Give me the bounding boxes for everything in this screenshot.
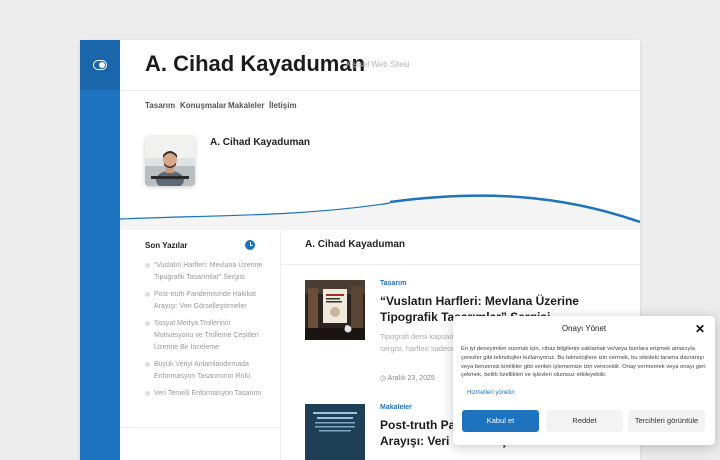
side-accent-strip <box>80 40 120 460</box>
sidebar: Son Yazılar “Vuslatın Harfleri: Mevlana … <box>120 230 281 460</box>
post-date-text: Aralık 23, 2025 <box>387 375 435 382</box>
recent-post-title: Veri Temelli Enformasyon Tasarımı <box>154 390 262 397</box>
manage-services-link[interactable]: Hizmetleri yönetin <box>467 390 515 396</box>
recent-post-title: Post-truth Pandemisinde Hakikat Arayışı:… <box>154 291 256 310</box>
bullet-icon <box>145 362 150 367</box>
post-thumbnail[interactable]: 0 <box>305 280 365 340</box>
main-heading: A. Cihad Kayaduman <box>305 239 406 250</box>
view-preferences-button[interactable]: Tercihleri görüntüle <box>628 410 705 432</box>
recent-post-title: Büyük Veriyi Anlamlandırmada Enformasyon… <box>154 361 250 380</box>
site-header: A. Cihad Kayaduman Kişisel Web Sitesi <box>120 40 640 90</box>
recent-post-item[interactable]: Veri Temelli Enformasyon Tasarımı <box>145 388 265 400</box>
sidebar-divider <box>120 427 280 428</box>
post-category[interactable]: Makaleler <box>380 404 412 411</box>
clock-icon: ◷ <box>380 375 387 382</box>
toggle-icon <box>93 60 107 70</box>
post-category[interactable]: Tasarım <box>380 280 406 287</box>
nav-item-tasarim[interactable]: Tasarım <box>145 101 175 110</box>
recent-post-item[interactable]: Sosyal Medya Trollerinin Motivasyonu ve … <box>145 318 265 354</box>
reject-button[interactable]: Reddet <box>546 410 623 432</box>
bullet-icon <box>145 263 150 268</box>
clock-icon <box>245 240 255 250</box>
recent-post-title: Sosyal Medya Trollerinin Motivasyonu ve … <box>154 320 259 351</box>
decorative-wave <box>120 190 640 230</box>
bullet-icon <box>145 391 150 396</box>
recent-post-item[interactable]: Büyük Veriyi Anlamlandırmada Enformasyon… <box>145 359 265 383</box>
close-icon[interactable]: ✕ <box>695 323 705 335</box>
cookie-dialog-body: En iyi deneyimleri sunmak için, cihaz bi… <box>461 346 706 379</box>
bullet-icon <box>145 292 150 297</box>
recent-post-title: “Vuslatın Harfleri: Mevlana Üzerine Tipo… <box>154 262 263 281</box>
nav-item-konusmalar[interactable]: Konuşmalar <box>180 101 226 110</box>
sidebar-heading: Son Yazılar <box>145 241 188 250</box>
post-date: ◷ Aralık 23, 2025 <box>380 374 435 382</box>
comment-count: 0 <box>345 325 349 332</box>
post-thumbnail[interactable] <box>305 404 365 460</box>
nav-item-iletisim[interactable]: İletişim <box>269 101 297 110</box>
author-avatar[interactable] <box>145 136 195 186</box>
bullet-icon <box>145 321 150 326</box>
recent-post-item[interactable]: Post-truth Pandemisinde Hakikat Arayışı:… <box>145 289 265 313</box>
author-name: A. Cihad Kayaduman <box>210 137 311 148</box>
recent-post-item[interactable]: “Vuslatın Harfleri: Mevlana Üzerine Tipo… <box>145 260 265 284</box>
accept-button[interactable]: Kabul et <box>462 410 539 432</box>
cookie-dialog-title: Onayı Yönet <box>561 324 607 333</box>
nav-item-makaleler[interactable]: Makaleler <box>228 101 264 110</box>
theme-toggle-button[interactable] <box>80 40 120 90</box>
recent-posts-list: “Vuslatın Harfleri: Mevlana Üzerine Tipo… <box>145 260 265 405</box>
cookie-consent-dialog: Onayı Yönet ✕ En iyi deneyimleri sunmak … <box>453 316 715 445</box>
main-divider <box>280 264 640 265</box>
site-title[interactable]: A. Cihad Kayaduman <box>145 51 365 77</box>
main-navigation: Tasarım Konuşmalar Makaleler İletişim <box>120 90 640 123</box>
site-description: Kişisel Web Sitesi <box>346 60 410 69</box>
